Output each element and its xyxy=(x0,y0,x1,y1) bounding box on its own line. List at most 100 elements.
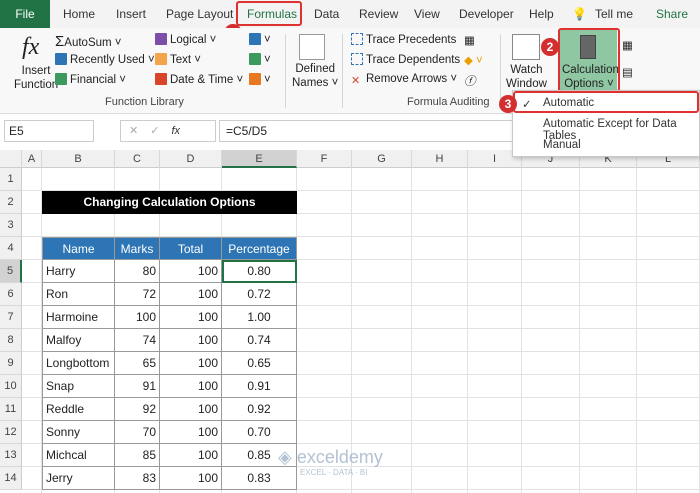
table-header[interactable]: Total xyxy=(160,237,222,260)
insert-function-button[interactable]: Insert Function xyxy=(14,64,58,92)
name-box[interactable]: E5 xyxy=(4,120,94,142)
trace-dependents-button[interactable]: Trace Dependents xyxy=(351,53,460,66)
table-cell[interactable]: 0.92 xyxy=(222,398,297,421)
table-cell[interactable]: 100 xyxy=(160,467,222,490)
evaluate-formula-icon[interactable]: ⓕ xyxy=(464,73,476,89)
remove-arrows-button[interactable]: ✕ Remove Arrows ˅ xyxy=(351,73,457,87)
table-cell[interactable]: 83 xyxy=(115,467,160,490)
tab-help[interactable]: Help xyxy=(529,7,554,21)
calculate-sheet-icon[interactable]: ▤ xyxy=(622,65,633,79)
table-cell[interactable]: 100 xyxy=(160,283,222,306)
table-cell[interactable]: 0.72 xyxy=(222,283,297,306)
tab-data[interactable]: Data xyxy=(314,7,339,21)
text-button[interactable]: Text ˅ xyxy=(155,53,201,66)
column-header[interactable]: F xyxy=(297,150,352,168)
table-cell[interactable]: Sonny xyxy=(42,421,115,444)
table-header[interactable]: Percentage xyxy=(222,237,297,260)
row-header[interactable]: 12 xyxy=(0,421,22,444)
tab-view[interactable]: View xyxy=(414,7,440,21)
table-cell[interactable]: Reddle xyxy=(42,398,115,421)
table-cell[interactable]: Jerry xyxy=(42,467,115,490)
column-header[interactable]: E xyxy=(222,150,297,168)
date-time-button[interactable]: Date & Time ˅ xyxy=(155,73,243,86)
row-header[interactable]: 14 xyxy=(0,467,22,490)
cancel-icon[interactable]: ✕ xyxy=(129,125,150,137)
recently-used-button[interactable]: Recently Used ˅ xyxy=(55,53,155,66)
column-header[interactable]: G xyxy=(352,150,412,168)
table-cell[interactable]: Snap xyxy=(42,375,115,398)
row-header[interactable]: 8 xyxy=(0,329,22,352)
row-header[interactable]: 13 xyxy=(0,444,22,467)
autosum-button[interactable]: ΣAutoSum ˅ xyxy=(55,33,122,50)
table-cell[interactable]: 85 xyxy=(115,444,160,467)
menu-item-manual[interactable]: Manual xyxy=(543,139,581,151)
column-header[interactable]: B xyxy=(42,150,115,168)
table-cell[interactable]: Longbottom xyxy=(42,352,115,375)
tab-review[interactable]: Review xyxy=(359,7,398,21)
more-functions-button[interactable]: ˅ xyxy=(249,73,271,86)
column-header[interactable]: D xyxy=(160,150,222,168)
calculate-now-icon[interactable]: ▦ xyxy=(622,38,633,52)
table-cell[interactable]: 92 xyxy=(115,398,160,421)
select-all[interactable] xyxy=(0,150,22,168)
lookup-button[interactable]: ˅ xyxy=(249,33,271,46)
row-header[interactable]: 5 xyxy=(0,260,22,283)
table-cell[interactable]: Ron xyxy=(42,283,115,306)
row-header[interactable]: 9 xyxy=(0,352,22,375)
table-header[interactable]: Name xyxy=(42,237,115,260)
table-cell[interactable]: 100 xyxy=(115,306,160,329)
table-cell[interactable]: 0.80 xyxy=(222,260,297,283)
table-cell[interactable]: 70 xyxy=(115,421,160,444)
table-cell[interactable]: 91 xyxy=(115,375,160,398)
error-checking-icon[interactable]: ◆ ˅ xyxy=(464,53,483,67)
column-header[interactable]: H xyxy=(412,150,468,168)
tab-page-layout[interactable]: Page Layout xyxy=(166,7,233,21)
table-cell[interactable]: 100 xyxy=(160,306,222,329)
table-cell[interactable]: Malfoy xyxy=(42,329,115,352)
tab-developer[interactable]: Developer xyxy=(459,7,514,21)
row-header[interactable]: 6 xyxy=(0,283,22,306)
financial-button[interactable]: Financial ˅ xyxy=(55,73,126,86)
table-cell[interactable]: 80 xyxy=(115,260,160,283)
logical-button[interactable]: Logical ˅ xyxy=(155,33,216,46)
table-cell[interactable]: Michcal xyxy=(42,444,115,467)
table-cell[interactable]: 100 xyxy=(160,329,222,352)
tab-home[interactable]: Home xyxy=(63,7,95,21)
row-header[interactable]: 2 xyxy=(0,191,22,214)
row-header[interactable]: 7 xyxy=(0,306,22,329)
table-cell[interactable]: 100 xyxy=(160,421,222,444)
table-cell[interactable]: 0.70 xyxy=(222,421,297,444)
table-cell[interactable]: 100 xyxy=(160,444,222,467)
tab-insert[interactable]: Insert xyxy=(116,7,146,21)
table-cell[interactable]: 74 xyxy=(115,329,160,352)
row-header[interactable]: 11 xyxy=(0,398,22,421)
row-header[interactable]: 4 xyxy=(0,237,22,260)
table-cell[interactable]: 100 xyxy=(160,398,222,421)
table-cell[interactable]: 100 xyxy=(160,260,222,283)
column-header[interactable]: A xyxy=(22,150,42,168)
share-button[interactable]: Share xyxy=(656,7,688,21)
tab-file[interactable]: File xyxy=(0,0,50,28)
row-header[interactable]: 1 xyxy=(0,168,22,191)
table-cell[interactable]: 100 xyxy=(160,352,222,375)
row-header[interactable]: 3 xyxy=(0,214,22,237)
column-header[interactable]: C xyxy=(115,150,160,168)
defined-names-button[interactable]: Defined Names ˅ xyxy=(292,62,338,90)
fx-button[interactable]: fx xyxy=(171,125,180,137)
table-header[interactable]: Marks xyxy=(115,237,160,260)
table-cell[interactable]: Harry xyxy=(42,260,115,283)
table-cell[interactable]: 0.65 xyxy=(222,352,297,375)
table-cell[interactable]: Harmoine xyxy=(42,306,115,329)
tell-me[interactable]: Tell me xyxy=(595,7,633,21)
table-cell[interactable]: 0.74 xyxy=(222,329,297,352)
trace-precedents-button[interactable]: Trace Precedents xyxy=(351,33,456,46)
table-cell[interactable]: 0.91 xyxy=(222,375,297,398)
table-cell[interactable]: 72 xyxy=(115,283,160,306)
table-cell[interactable]: 65 xyxy=(115,352,160,375)
table-cell[interactable]: 1.00 xyxy=(222,306,297,329)
table-cell[interactable]: 100 xyxy=(160,375,222,398)
watch-window-button[interactable]: Watch Window xyxy=(506,63,547,91)
math-trig-button[interactable]: ˅ xyxy=(249,53,271,66)
sheet-title[interactable]: Changing Calculation Options xyxy=(42,191,297,214)
show-formulas-icon[interactable]: ▦ xyxy=(464,33,475,47)
